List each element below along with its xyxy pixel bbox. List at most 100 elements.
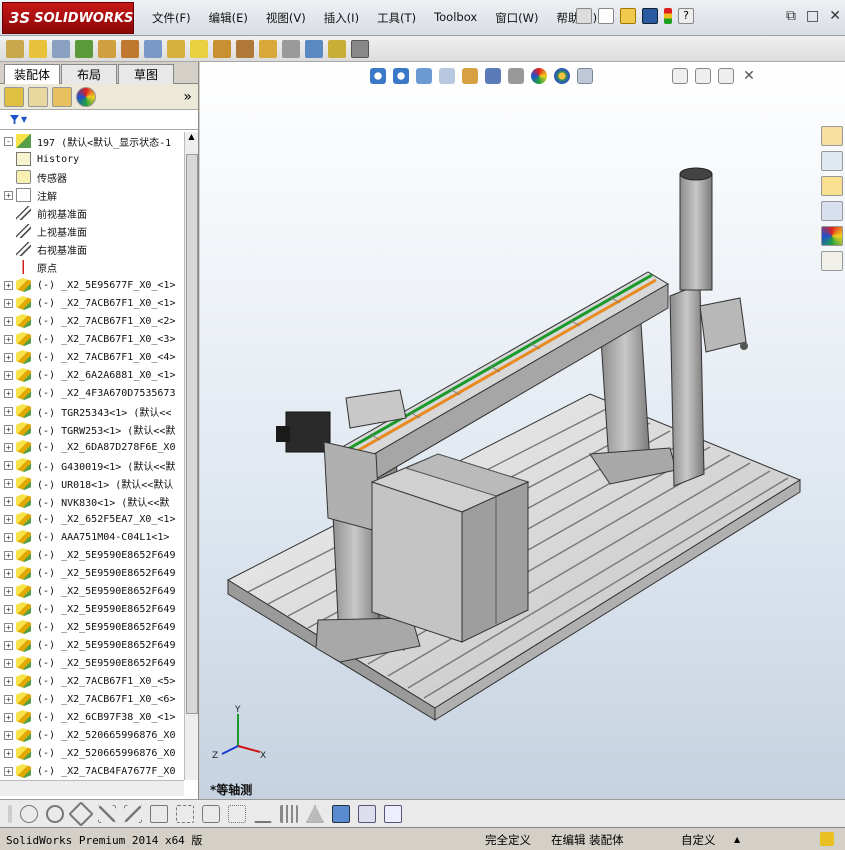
tree-filter[interactable]: ▼ bbox=[0, 110, 198, 130]
menu-window[interactable]: 窗口(W) bbox=[495, 10, 538, 26]
help-icon[interactable]: ? bbox=[678, 8, 694, 24]
tab-sketch[interactable]: 草图 bbox=[118, 64, 174, 84]
tree-item-component[interactable]: + (-) UR018<1> (默认<<默认 bbox=[0, 474, 184, 492]
appearances-scenes-icon[interactable] bbox=[821, 226, 843, 246]
tree-item-component[interactable]: + (-) _X2_7ACB67F1_X0_<4> bbox=[0, 348, 184, 366]
tree-item-component[interactable]: + (-) _X2_6CB97F38_X0_<1> bbox=[0, 708, 184, 726]
display-manager-icon[interactable] bbox=[76, 86, 96, 107]
triangle-icon[interactable] bbox=[306, 804, 324, 823]
tree-item-component[interactable]: + (-) _X2_7ACB67F1_X0_<5> bbox=[0, 672, 184, 690]
tree-item-component[interactable]: + (-) TGRW253<1> (默认<<默 bbox=[0, 420, 184, 438]
smart-fasteners-icon[interactable] bbox=[98, 39, 116, 58]
expand-toggle-icon[interactable]: + bbox=[4, 496, 13, 506]
tree-item-component[interactable]: + (-) G430019<1> (默认<<默 bbox=[0, 456, 184, 474]
menu-edit[interactable]: 编辑(E) bbox=[209, 10, 248, 26]
expand-panel-icon[interactable]: » bbox=[183, 89, 192, 105]
tree-item-plane[interactable]: 上视基准面 bbox=[0, 222, 184, 240]
expand-toggle-icon[interactable]: + bbox=[4, 424, 13, 434]
menu-view[interactable]: 视图(V) bbox=[266, 10, 306, 26]
interference-detection-icon[interactable] bbox=[305, 39, 323, 58]
linear-pattern-icon[interactable] bbox=[75, 39, 93, 58]
expand-toggle-icon[interactable]: + bbox=[4, 622, 13, 632]
circle-icon[interactable] bbox=[46, 804, 64, 823]
menu-toolbox[interactable]: Toolbox bbox=[434, 10, 477, 26]
trim-icon[interactable] bbox=[98, 804, 116, 823]
fillet-icon[interactable] bbox=[202, 804, 220, 823]
construction-geometry-icon[interactable] bbox=[228, 804, 246, 823]
assembly-features-icon[interactable] bbox=[167, 39, 185, 58]
tree-item-component[interactable]: + (-) TGR25343<1> (默认<< bbox=[0, 402, 184, 420]
view-palette-icon[interactable] bbox=[821, 201, 843, 221]
tree-item-component[interactable]: + (-) AAA751M04-C04L1<1> bbox=[0, 528, 184, 546]
pin-icon[interactable] bbox=[576, 8, 592, 24]
expand-toggle-icon[interactable]: + bbox=[4, 712, 13, 722]
insert-components-icon[interactable] bbox=[6, 39, 24, 58]
expand-toggle-icon[interactable]: + bbox=[4, 370, 13, 380]
new-motion-study-icon[interactable] bbox=[213, 39, 231, 58]
mirror-icon[interactable] bbox=[150, 804, 168, 823]
open-folder-icon[interactable] bbox=[620, 8, 636, 24]
point-icon[interactable] bbox=[20, 804, 38, 823]
expand-toggle-icon[interactable]: + bbox=[4, 766, 13, 776]
clearance-verification-icon[interactable] bbox=[328, 39, 346, 58]
tree-item-component[interactable]: + (-) _X2_6A2A6881_X0_<1> bbox=[0, 366, 184, 384]
hidden-lines-icon[interactable] bbox=[384, 804, 402, 823]
tree-item-component[interactable]: + (-) _X2_5E9590E8652F649 bbox=[0, 582, 184, 600]
tree-item-component[interactable]: + (-) _X2_4F3A670D7535673 bbox=[0, 384, 184, 402]
expand-toggle-icon[interactable]: + bbox=[4, 568, 13, 578]
expand-toggle-icon[interactable]: + bbox=[4, 586, 13, 596]
expand-toggle-icon[interactable]: + bbox=[4, 460, 13, 470]
tree-item-history[interactable]: History bbox=[0, 150, 184, 168]
shaded-view-icon[interactable] bbox=[332, 804, 350, 823]
tree-item-component[interactable]: + (-) NVK830<1> (默认<<默 bbox=[0, 492, 184, 510]
expand-toggle-icon[interactable]: + bbox=[4, 478, 13, 488]
tree-item-component[interactable]: + (-) _X2_5E9590E8652F649 bbox=[0, 564, 184, 582]
mate-icon[interactable] bbox=[29, 39, 47, 58]
design-library-icon[interactable] bbox=[821, 151, 843, 171]
polygon-icon[interactable] bbox=[68, 800, 94, 827]
tree-item-component[interactable]: + (-) _X2_7ACB4FA7677F_X0 bbox=[0, 762, 184, 780]
restore-window-button[interactable]: ⧉ bbox=[786, 8, 796, 24]
tree-item-component[interactable]: + (-) _X2_5E9590E8652F649 bbox=[0, 600, 184, 618]
tree-item-component[interactable]: + (-) _X2_652F5EA7_X0_<1> bbox=[0, 510, 184, 528]
expand-toggle-icon[interactable]: + bbox=[4, 694, 13, 704]
move-component-icon[interactable] bbox=[121, 39, 139, 58]
exploded-view-icon[interactable] bbox=[259, 39, 277, 58]
expand-toggle-icon[interactable]: + bbox=[4, 298, 13, 308]
tree-item-component[interactable]: + (-) _X2_520665996876_X0 bbox=[0, 744, 184, 762]
expand-toggle-icon[interactable]: + bbox=[4, 640, 13, 650]
custom-properties-icon[interactable] bbox=[821, 251, 843, 271]
menu-insert[interactable]: 插入(I) bbox=[324, 10, 359, 26]
expand-toggle-icon[interactable]: + bbox=[4, 352, 13, 362]
tree-item-plane[interactable]: 右视基准面 bbox=[0, 240, 184, 258]
expand-toggle-icon[interactable]: + bbox=[4, 442, 13, 452]
tree-scrollbar[interactable]: ▲ bbox=[184, 132, 198, 780]
expand-toggle-icon[interactable]: + bbox=[4, 658, 13, 668]
scroll-up-icon[interactable]: ▲ bbox=[185, 132, 198, 144]
reference-geometry-icon[interactable] bbox=[190, 39, 208, 58]
expand-toggle-icon[interactable]: + bbox=[4, 190, 13, 200]
expand-toggle-icon[interactable]: + bbox=[4, 334, 13, 344]
tree-item-sensor[interactable]: 传感器 bbox=[0, 168, 184, 186]
menu-file[interactable]: 文件(F) bbox=[152, 10, 191, 26]
units-dropdown-icon[interactable]: ▲ bbox=[734, 835, 740, 844]
expand-toggle-icon[interactable]: + bbox=[4, 388, 13, 398]
tree-item-plane[interactable]: 前视基准面 bbox=[0, 204, 184, 222]
expand-toggle-icon[interactable]: + bbox=[4, 280, 13, 290]
expand-toggle-icon[interactable]: + bbox=[4, 604, 13, 614]
expand-toggle-icon[interactable]: + bbox=[4, 550, 13, 560]
scrollbar-thumb[interactable] bbox=[186, 154, 198, 714]
instant3d-icon[interactable] bbox=[351, 39, 369, 58]
explode-line-sketch-icon[interactable] bbox=[282, 39, 300, 58]
tree-item-component[interactable]: + (-) _X2_5E9590E8652F649 bbox=[0, 636, 184, 654]
expand-toggle-icon[interactable]: + bbox=[4, 676, 13, 686]
tree-item-component[interactable]: + (-) _X2_7ACB67F1_X0_<3> bbox=[0, 330, 184, 348]
menu-tools[interactable]: 工具(T) bbox=[377, 10, 416, 26]
file-explorer-icon[interactable] bbox=[821, 176, 843, 196]
expand-toggle-icon[interactable]: + bbox=[4, 406, 13, 416]
tree-item-component[interactable]: + (-) _X2_5E9590E8652F649 bbox=[0, 618, 184, 636]
expand-toggle-icon[interactable]: - bbox=[4, 136, 13, 146]
filter-icon[interactable] bbox=[10, 115, 19, 124]
graphics-area[interactable]: ✕ Y X Z bbox=[200, 62, 845, 820]
tree-item-component[interactable]: + (-) _X2_7ACB67F1_X0_<1> bbox=[0, 294, 184, 312]
